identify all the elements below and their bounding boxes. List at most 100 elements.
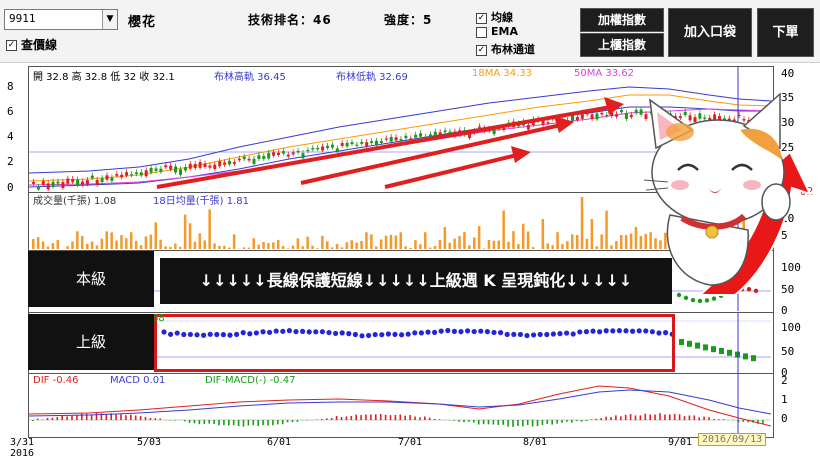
- candle: [394, 137, 398, 141]
- macd-bar: [718, 419, 720, 420]
- volume-bar: [541, 219, 545, 249]
- candle: [223, 162, 227, 165]
- macd-bar: [610, 417, 612, 420]
- macd-bar: [272, 420, 274, 426]
- volume-bar: [169, 246, 172, 249]
- volume-bar: [384, 235, 388, 249]
- option-bollinger[interactable]: ✓ 布林通道: [476, 41, 535, 57]
- macd-bar: [213, 420, 215, 425]
- right-tick: 1: [781, 393, 788, 406]
- volume-bar: [306, 236, 309, 249]
- volume-bar: [360, 241, 363, 249]
- macd-bar: [198, 420, 201, 425]
- x-label: 9/01: [668, 437, 693, 448]
- volume-bar: [218, 245, 221, 249]
- right-tick: 0: [781, 412, 788, 425]
- option-ma-label: 均線: [491, 11, 513, 24]
- candle: [144, 170, 148, 177]
- candle: [384, 138, 388, 140]
- volume-bar: [438, 240, 442, 249]
- macd-bar: [149, 417, 152, 420]
- volume-bar: [409, 247, 412, 249]
- macd-bar: [115, 414, 117, 420]
- macd-bar: [232, 420, 235, 426]
- volume-bar: [257, 244, 260, 249]
- volume-bar: [144, 236, 148, 249]
- macd-bar: [90, 414, 93, 420]
- candle: [149, 167, 153, 173]
- volume-bar: [419, 244, 422, 249]
- volume-bar: [526, 231, 530, 249]
- macd-bar: [414, 416, 416, 420]
- otc-index-button[interactable]: 上櫃指數: [580, 33, 664, 57]
- candle: [615, 114, 619, 117]
- candle: [110, 177, 114, 181]
- macd-bar: [188, 420, 191, 423]
- macd-bar: [522, 420, 524, 427]
- volume-bar: [36, 237, 40, 249]
- volume-bar: [134, 240, 138, 249]
- checkbox-icon[interactable]: [476, 26, 487, 38]
- volume-bar: [159, 239, 162, 249]
- macd-bar: [218, 420, 220, 426]
- level-bar: [687, 340, 692, 347]
- candle: [262, 155, 266, 159]
- order-button[interactable]: 下單: [757, 8, 814, 57]
- candle: [477, 126, 481, 128]
- volume-bar: [566, 241, 569, 249]
- macd-bar: [134, 415, 137, 420]
- volume-bar: [610, 245, 613, 249]
- option-ema[interactable]: EMA: [476, 25, 518, 38]
- macd-bar: [566, 420, 568, 422]
- volume-bar: [350, 240, 353, 249]
- macd-bar: [120, 414, 122, 420]
- volume-bar: [321, 235, 324, 249]
- candle: [379, 141, 383, 143]
- macd-bar: [394, 415, 397, 420]
- volume-bar: [379, 239, 383, 249]
- volume-bar: [100, 238, 104, 249]
- volume-bar: [531, 247, 535, 249]
- macd-bar: [453, 420, 455, 421]
- volume-bar: [262, 242, 265, 249]
- weighted-index-button[interactable]: 加權指數: [580, 8, 664, 32]
- macd-bar: [585, 420, 588, 422]
- stock-select[interactable]: 9911 ▼: [4, 9, 118, 30]
- macd-bar: [683, 416, 686, 420]
- macd-bar: [404, 415, 406, 420]
- option-ma[interactable]: ✓ 均線: [476, 9, 513, 25]
- volume-bar: [512, 231, 515, 249]
- macd-bar: [463, 420, 465, 423]
- chevron-down-icon[interactable]: ▼: [102, 10, 117, 29]
- volume-bar: [433, 246, 437, 249]
- query-price-toggle[interactable]: ✓ 查價線: [6, 36, 57, 53]
- volume-bar: [585, 238, 589, 249]
- volume-bar: [179, 246, 182, 249]
- level-bar: [719, 348, 724, 354]
- volume-bar: [286, 248, 290, 249]
- candle: [247, 158, 251, 161]
- candle: [71, 179, 75, 183]
- candle: [296, 150, 300, 153]
- macd-bar: [477, 420, 480, 425]
- volume-bar: [571, 234, 574, 249]
- candle: [355, 144, 359, 146]
- candle: [404, 135, 408, 139]
- candle: [169, 165, 173, 170]
- add-pocket-button[interactable]: 加入口袋: [668, 8, 752, 57]
- macd-bar: [492, 420, 495, 425]
- volume-bar: [125, 238, 128, 249]
- volume-bar: [634, 226, 638, 249]
- volume-bar: [120, 235, 123, 249]
- candle: [634, 109, 638, 114]
- checkbox-icon[interactable]: ✓: [476, 44, 487, 56]
- volume-bar: [46, 246, 50, 249]
- macd-bar: [330, 417, 333, 420]
- checkbox-icon[interactable]: ✓: [6, 40, 17, 51]
- volume-bar: [458, 236, 461, 249]
- candle: [272, 152, 276, 156]
- volume-bar: [174, 243, 177, 249]
- volume-bar: [85, 243, 89, 249]
- checkbox-icon[interactable]: ✓: [476, 12, 487, 24]
- macd-bar: [600, 418, 602, 420]
